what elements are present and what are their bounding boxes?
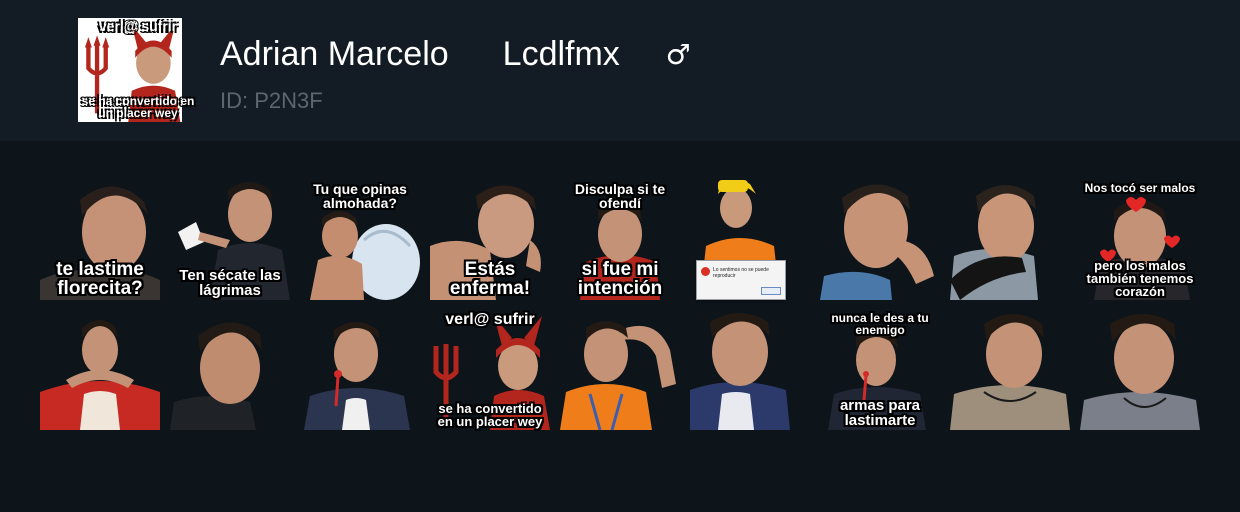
sticker-image [170,180,290,300]
sticker-item[interactable] [950,310,1070,430]
pack-cover-sticker[interactable]: verl@ sufrir se ha convertido en un plac… [78,18,194,122]
sticker-item[interactable] [820,180,940,300]
sticker-image [300,310,420,430]
sticker-item[interactable]: te lastime florecita? [40,180,160,300]
pack-id-label: ID: P2N3F [220,88,323,113]
sticker-image [430,310,550,430]
sticker-item[interactable] [950,180,1070,300]
sticker-image [1080,180,1200,300]
pack-header: verl@ sufrir se ha convertido en un plac… [0,0,1240,141]
male-gender-icon: ♂ [665,37,691,71]
sticker-item[interactable]: verl@ sufrir se ha convertido en un plac… [430,310,550,430]
sticker-image [950,310,1070,430]
error-dialog: Lo sentimos no se puede reproducir [696,260,786,300]
sticker-grid: te lastime florecita? Ten sécate las lág… [40,180,1200,430]
sticker-item[interactable]: Nos tocó ser malos pero los malos tambié… [1080,180,1200,300]
sticker-item[interactable] [1080,310,1200,430]
error-dialog-message: Lo sentimos no se puede reproducir [713,267,769,279]
sticker-pack-page: verl@ sufrir se ha convertido en un plac… [0,0,1240,512]
sticker-item[interactable]: Disculpa si te ofendí si fue mi intenció… [560,180,680,300]
sticker-image [40,180,160,300]
sticker-image [690,310,810,430]
sticker-item[interactable] [40,310,160,430]
sticker-item[interactable] [300,310,420,430]
sticker-image [560,310,680,430]
dialog-ok-button [761,287,781,295]
sticker-item[interactable] [560,310,680,430]
sticker-item[interactable]: Ten sécate las lágrimas [170,180,290,300]
sticker-image [820,180,940,300]
sticker-image [430,180,550,300]
sticker-image [950,180,1070,300]
sticker-image [170,310,290,430]
creator-name: Adrian Marcelo [220,34,449,73]
devil-avatar-icon [78,18,182,122]
sticker-image [1080,310,1200,430]
sticker-item[interactable]: nunca le des a tu enemigo armas para las… [820,310,940,430]
sticker-item[interactable]: Tu que opinas almohada? [300,180,420,300]
sticker-item[interactable] [690,310,810,430]
sticker-image [40,310,160,430]
sticker-item[interactable]: Lo sentimos no se puede reproducir [690,180,810,300]
sticker-image [300,180,420,300]
pack-title-row: Adrian Marcelo Lcdlfmx ♂ [220,34,691,74]
sticker-image [560,180,680,300]
sticker-item[interactable]: Estás enferma! [430,180,550,300]
sticker-image [820,310,940,430]
creator-handle[interactable]: Lcdlfmx [503,35,620,74]
error-icon [701,267,710,276]
sticker-item[interactable] [170,310,290,430]
